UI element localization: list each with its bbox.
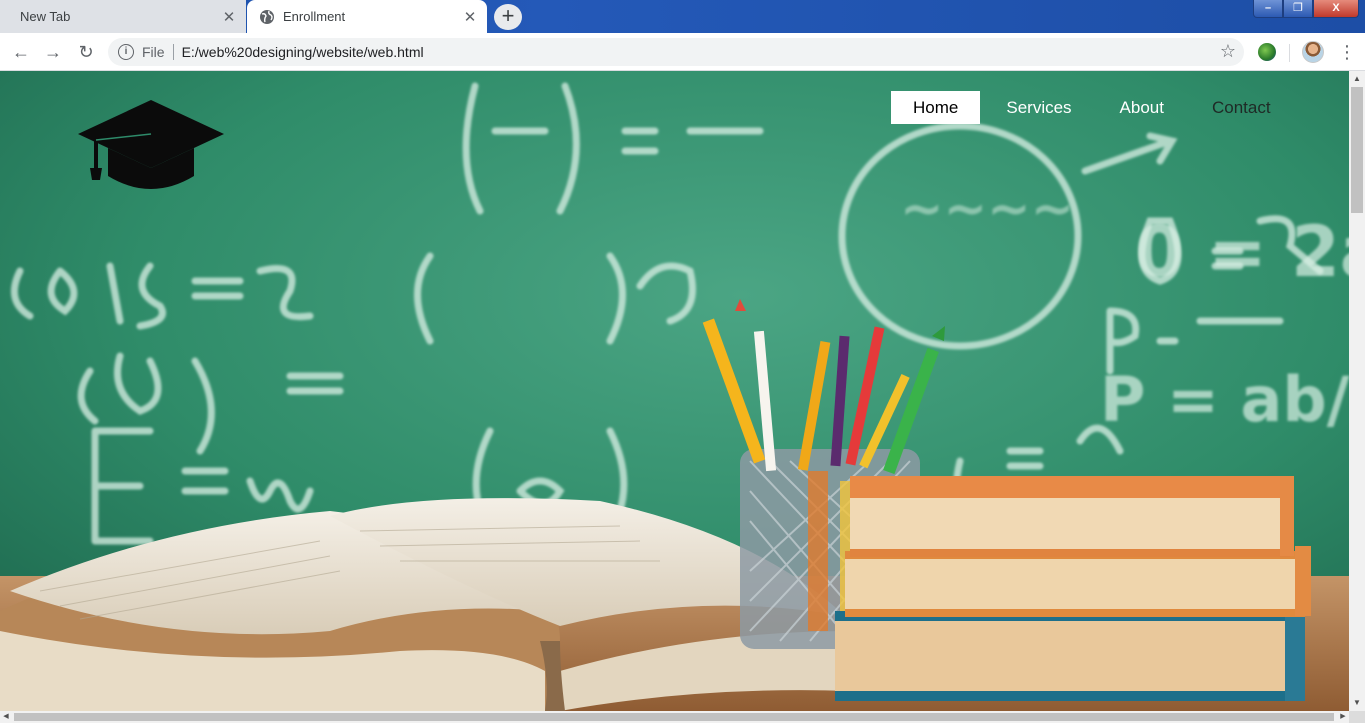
- info-icon[interactable]: i: [118, 44, 134, 60]
- scroll-up-icon[interactable]: ▲: [1349, 71, 1365, 87]
- new-tab-button[interactable]: +: [494, 4, 522, 30]
- tab-strip: New Tab ✕ Enrollment ✕ + – ❐ X: [0, 0, 1365, 33]
- scroll-down-icon[interactable]: ▼: [1349, 695, 1365, 711]
- page-viewport: ~~~~ 0 = 2a + 2c P = ab/2: [0, 71, 1349, 711]
- scrollbar-thumb[interactable]: [1351, 87, 1363, 213]
- scroll-left-icon[interactable]: ◀: [0, 711, 12, 723]
- vertical-scrollbar[interactable]: ▲ ▼: [1349, 71, 1365, 711]
- browser-menu-icon[interactable]: ⋮: [1338, 40, 1356, 64]
- nav-home[interactable]: Home: [891, 91, 981, 124]
- nav-services[interactable]: Services: [984, 91, 1093, 124]
- address-bar[interactable]: i File E:/web%20designing/website/web.ht…: [108, 38, 1244, 66]
- browser-toolbar: ← → ↻ i File E:/web%20designing/website/…: [0, 33, 1365, 71]
- window-close-button[interactable]: X: [1313, 0, 1359, 18]
- chalk-equation: 0 = 2a + 2c: [1135, 211, 1349, 293]
- profile-avatar[interactable]: [1302, 41, 1324, 63]
- tab-title: New Tab: [20, 9, 71, 24]
- scrollbar-thumb[interactable]: [14, 713, 1334, 721]
- book-stack: [835, 476, 1311, 701]
- address-url[interactable]: E:/web%20designing/website/web.html: [182, 44, 424, 60]
- nav-contact[interactable]: Contact: [1190, 91, 1293, 124]
- extension-icon[interactable]: [1258, 43, 1276, 61]
- svg-text:~~~~: ~~~~: [900, 179, 1074, 239]
- minimize-button[interactable]: –: [1253, 0, 1283, 18]
- nav-about[interactable]: About: [1098, 91, 1186, 124]
- graduation-cap-icon: [78, 100, 224, 189]
- tab-enrollment[interactable]: Enrollment ✕: [247, 0, 487, 33]
- divider: [172, 44, 174, 60]
- maximize-button[interactable]: ❐: [1283, 0, 1313, 18]
- main-nav: Home Services About Contact: [891, 91, 1293, 124]
- address-scheme: File: [142, 44, 165, 60]
- tab-title: Enrollment: [283, 9, 346, 24]
- globe-icon: [260, 9, 274, 24]
- window-controls: – ❐ X: [1253, 0, 1359, 20]
- scrollbar-corner: [1349, 711, 1365, 723]
- scroll-right-icon[interactable]: ▶: [1337, 711, 1349, 723]
- divider: [1289, 44, 1290, 62]
- forward-button[interactable]: →: [42, 41, 64, 63]
- close-icon[interactable]: ✕: [216, 8, 242, 26]
- tab-new-tab[interactable]: New Tab ✕: [0, 0, 246, 33]
- horizontal-scrollbar[interactable]: ◀ ▶: [0, 711, 1349, 723]
- chalk-equation: P = ab/2: [1100, 363, 1349, 436]
- reload-button[interactable]: ↻: [75, 41, 97, 63]
- back-button[interactable]: ←: [10, 41, 32, 63]
- close-icon[interactable]: ✕: [457, 8, 483, 26]
- bookmark-star-icon[interactable]: ☆: [1220, 41, 1236, 62]
